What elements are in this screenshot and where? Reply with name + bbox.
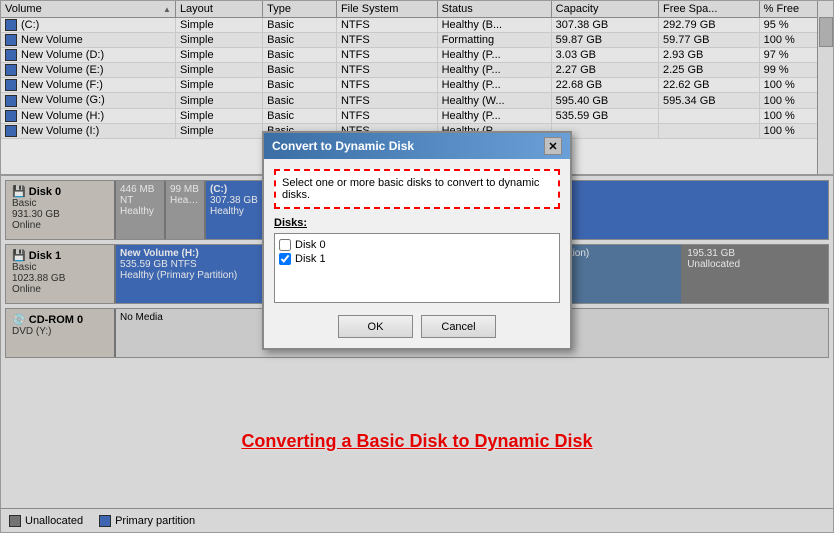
- dialog-overlay: Convert to Dynamic Disk ✕ Select one or …: [1, 1, 833, 532]
- dialog-body: Select one or more basic disks to conver…: [264, 159, 570, 348]
- dialog-cancel-button[interactable]: Cancel: [421, 315, 496, 338]
- dialog-ok-button[interactable]: OK: [338, 315, 413, 338]
- dialog-title: Convert to Dynamic Disk: [272, 139, 414, 153]
- dialog-buttons: OK Cancel: [274, 315, 560, 338]
- dialog-disks-label: Disks:: [274, 217, 560, 229]
- dialog-disk0-checkbox[interactable]: [279, 239, 291, 251]
- dialog-disk0-item: Disk 0: [279, 238, 555, 252]
- dialog-message: Select one or more basic disks to conver…: [282, 177, 539, 201]
- dialog-disk0-label: Disk 0: [295, 239, 326, 251]
- convert-dialog: Convert to Dynamic Disk ✕ Select one or …: [262, 131, 572, 350]
- dialog-disk1-item: Disk 1: [279, 252, 555, 266]
- dialog-disk1-checkbox[interactable]: [279, 253, 291, 265]
- dialog-titlebar: Convert to Dynamic Disk ✕: [264, 133, 570, 159]
- disk-management-window: Volume ▲ Layout Type File System Stat: [0, 0, 834, 533]
- dialog-close-button[interactable]: ✕: [544, 137, 562, 155]
- dialog-disk1-label: Disk 1: [295, 253, 326, 265]
- dialog-message-box: Select one or more basic disks to conver…: [274, 169, 560, 209]
- dialog-disks-list: Disk 0 Disk 1: [274, 233, 560, 303]
